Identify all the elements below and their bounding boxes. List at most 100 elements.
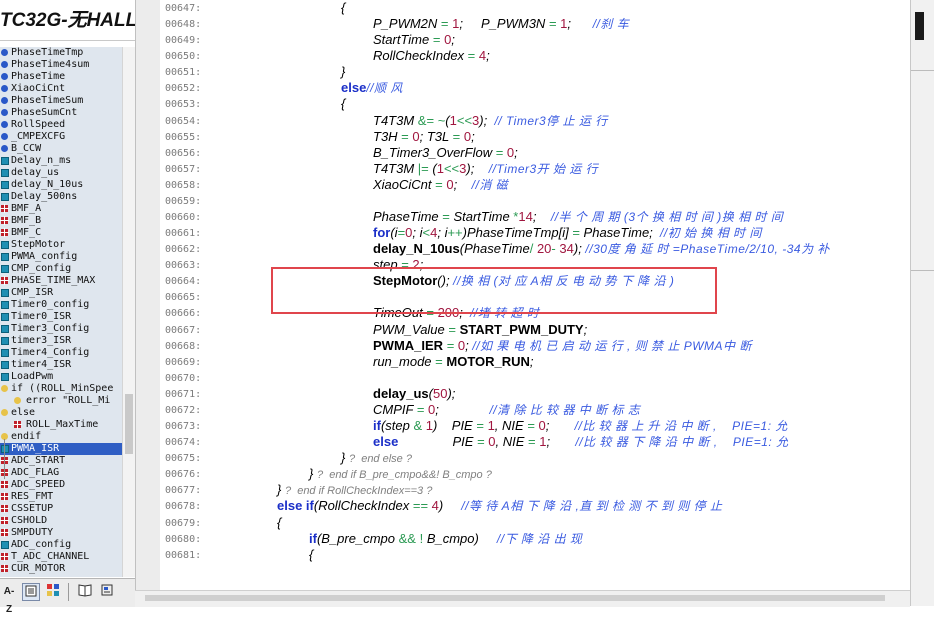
code-line[interactable]: 00672: CMPIF = 0; //清 除 比 较 器 中 断 标 志 bbox=[136, 402, 911, 418]
code-line[interactable]: 00677:} ? end if RollCheckIndex==3 ? bbox=[136, 482, 911, 498]
code-line[interactable]: 00676:} ? end if B_pre_cmpo&&! B_cmpo ? bbox=[136, 466, 911, 482]
symbol-item[interactable]: B_CCW bbox=[0, 143, 122, 155]
code-line[interactable]: 00658: XiaoCiCnt = 0; //消 磁 bbox=[136, 177, 911, 193]
symbol-item[interactable]: BMF_A bbox=[0, 203, 122, 215]
symbol-item[interactable]: delay_us bbox=[0, 167, 122, 179]
symbol-item[interactable]: CSSETUP bbox=[0, 503, 122, 515]
symbol-item[interactable]: Delay_n_ms bbox=[0, 155, 122, 167]
code-line[interactable]: 00680: if(B_pre_cmpo && ! B_cmpo) //下 降 沿… bbox=[136, 531, 911, 547]
line-number: 00678: bbox=[165, 501, 202, 513]
symbol-item[interactable]: RES_FMT bbox=[0, 491, 122, 503]
symbol-item[interactable]: delay_N_10us bbox=[0, 179, 122, 191]
code-line[interactable]: 00681: { bbox=[136, 547, 911, 563]
symbol-item[interactable]: StepMotor bbox=[0, 239, 122, 251]
code-line[interactable]: 00661: for(i=0; i<4; i++)PhaseTimeTmp[i] … bbox=[136, 225, 911, 241]
editor-horizontal-scrollbar[interactable] bbox=[135, 590, 910, 607]
symbol-item[interactable]: PhaseTime4sum bbox=[0, 59, 122, 71]
symbol-item[interactable]: _CMPEXCFG bbox=[0, 131, 122, 143]
symbol-item[interactable]: PWMA_config bbox=[0, 251, 122, 263]
variable-icon bbox=[1, 373, 9, 381]
properties-icon[interactable] bbox=[98, 583, 116, 601]
code-line[interactable]: 00667: PWM_Value = START_PWM_DUTY; bbox=[136, 322, 911, 338]
symbol-item[interactable]: XiaoCiCnt bbox=[0, 83, 122, 95]
code-line[interactable]: 00671: delay_us(50); bbox=[136, 386, 911, 402]
code-line[interactable]: 00675:} ? end else ? bbox=[136, 450, 911, 466]
symbol-item[interactable]: BMF_B bbox=[0, 215, 122, 227]
symbol-list[interactable]: PhaseTimeTmp PhaseTime4sum PhaseTime XiaoCi… bbox=[0, 47, 122, 577]
symbol-list-icon[interactable] bbox=[22, 583, 40, 601]
symbol-item[interactable]: RollSpeed bbox=[0, 119, 122, 131]
symbol-label: Delay_n_ms bbox=[11, 155, 72, 166]
symbol-item[interactable]: timer3_ISR bbox=[0, 335, 122, 347]
symbol-item[interactable]: Timer3_Config bbox=[0, 323, 122, 335]
code-text: T4T3M &= ~(1<<3); // Timer3停 止 运 行 bbox=[373, 112, 608, 128]
sort-az-button[interactable]: A-Z bbox=[1, 583, 17, 615]
symbol-item[interactable]: PhaseTime bbox=[0, 71, 122, 83]
code-line[interactable]: 00660: PhaseTime = StartTime *14; //半 个 周… bbox=[136, 209, 911, 225]
symbol-item[interactable]: CMP_ISR bbox=[0, 287, 122, 299]
window-title: TC32G-无HALL- bbox=[0, 10, 135, 31]
book-icon[interactable] bbox=[76, 583, 94, 601]
symbol-item[interactable]: if ((ROLL_MinSpee bbox=[0, 383, 122, 395]
code-line[interactable]: 00669: run_mode = MOTOR_RUN; bbox=[136, 354, 911, 370]
symbol-item[interactable]: ADC_START bbox=[0, 455, 122, 467]
code-line[interactable]: 00662: delay_N_10us(PhaseTime/ 20- 34); /… bbox=[136, 241, 911, 257]
symbol-item[interactable]: CUR_MOTOR bbox=[0, 563, 122, 575]
code-line[interactable]: 00650: RollCheckIndex = 4; bbox=[136, 48, 911, 64]
symbol-item[interactable]: Timer0_config bbox=[0, 299, 122, 311]
symbol-item[interactable]: CSHOLD bbox=[0, 515, 122, 527]
code-line[interactable]: 00678: else if(RollCheckIndex == 4) //等 待… bbox=[136, 498, 911, 514]
symbol-item[interactable]: error "ROLL_Mi bbox=[0, 395, 122, 407]
code-line[interactable]: 00654: T4T3M &= ~(1<<3); // Timer3停 止 运 行 bbox=[136, 113, 911, 129]
symbol-item[interactable]: timer4_ISR bbox=[0, 359, 122, 371]
symbol-item[interactable]: else bbox=[0, 407, 122, 419]
code-text: RollCheckIndex = 4; bbox=[373, 48, 490, 64]
code-line[interactable]: 00673: if(step & 1) PIE = 1, NIE = 0; //比… bbox=[136, 418, 911, 434]
code-text: PWMA_IER = 0; //如 果 电 机 已 启 动 运 行 , 则 禁 … bbox=[373, 337, 752, 353]
code-line[interactable]: 00653: { bbox=[136, 96, 911, 112]
code-line[interactable]: 00657: T4T3M |= (1<<3); //Timer3开 始 运 行 bbox=[136, 161, 911, 177]
symbol-item[interactable]: PhaseSumCnt bbox=[0, 107, 122, 119]
scrollbar-thumb[interactable] bbox=[145, 595, 885, 601]
symbol-item[interactable]: endif bbox=[0, 431, 122, 443]
code-line[interactable]: 00647: { bbox=[136, 0, 911, 16]
code-line[interactable]: 00674: else PIE = 0, NIE = 1; //比 较 器 下 降… bbox=[136, 434, 911, 450]
symbol-item[interactable]: ADC_FLAG bbox=[0, 467, 122, 479]
symbol-item[interactable]: PHASE_TIME_MAX bbox=[0, 275, 122, 287]
symbol-label: PhaseTimeTmp bbox=[11, 47, 84, 58]
symbol-label: ADC_config bbox=[11, 539, 72, 550]
code-line[interactable]: 00659: bbox=[136, 193, 911, 209]
code-line[interactable]: 00679: { bbox=[136, 515, 911, 531]
variable-icon bbox=[1, 253, 9, 261]
symbol-item[interactable]: ADC_config bbox=[0, 539, 122, 551]
symbol-item[interactable]: Delay_500ns bbox=[0, 191, 122, 203]
symbol-item[interactable]: PhaseTimeSum bbox=[0, 95, 122, 107]
symbol-grid-icon[interactable] bbox=[44, 583, 62, 601]
code-line[interactable]: 00649: StartTime = 0; bbox=[136, 32, 911, 48]
code-line[interactable]: 00668: PWMA_IER = 0; //如 果 电 机 已 启 动 运 行 … bbox=[136, 338, 911, 354]
symbol-item[interactable]: PWMA_ISR bbox=[0, 443, 122, 455]
scrollbar-thumb[interactable] bbox=[125, 394, 133, 454]
code-line[interactable]: 00648: P_PWM2N = 1; P_PWM3N = 1; //刹 车 bbox=[136, 16, 911, 32]
code-line[interactable]: 00656: B_Timer3_OverFlow = 0; bbox=[136, 145, 911, 161]
symbol-label: if ((ROLL_MinSpee bbox=[11, 383, 114, 394]
symbol-item[interactable]: T_ADC_CHANNEL bbox=[0, 551, 122, 563]
code-line[interactable]: 00670: bbox=[136, 370, 911, 386]
symbol-item[interactable]: Timer4_Config bbox=[0, 347, 122, 359]
symbol-item[interactable]: CMP_config bbox=[0, 263, 122, 275]
line-number: 00662: bbox=[165, 244, 202, 256]
code-text: { bbox=[309, 546, 314, 562]
symbol-item[interactable]: PhaseTimeTmp bbox=[0, 47, 122, 59]
symbol-list-scrollbar[interactable] bbox=[122, 47, 136, 577]
code-line[interactable]: 00652: else//顺 风 bbox=[136, 80, 911, 96]
symbol-item[interactable]: SMPDUTY bbox=[0, 527, 122, 539]
symbol-item[interactable]: LoadPwm bbox=[0, 371, 122, 383]
symbol-item[interactable]: BMF_C bbox=[0, 227, 122, 239]
macro-icon bbox=[0, 228, 9, 237]
line-number: 00671: bbox=[165, 388, 202, 400]
code-line[interactable]: 00655: T3H = 0; T3L = 0; bbox=[136, 129, 911, 145]
symbol-item[interactable]: ROLL_MaxTime bbox=[0, 419, 122, 431]
code-line[interactable]: 00651:} bbox=[136, 64, 911, 80]
symbol-item[interactable]: ADC_SPEED bbox=[0, 479, 122, 491]
symbol-item[interactable]: Timer0_ISR bbox=[0, 311, 122, 323]
